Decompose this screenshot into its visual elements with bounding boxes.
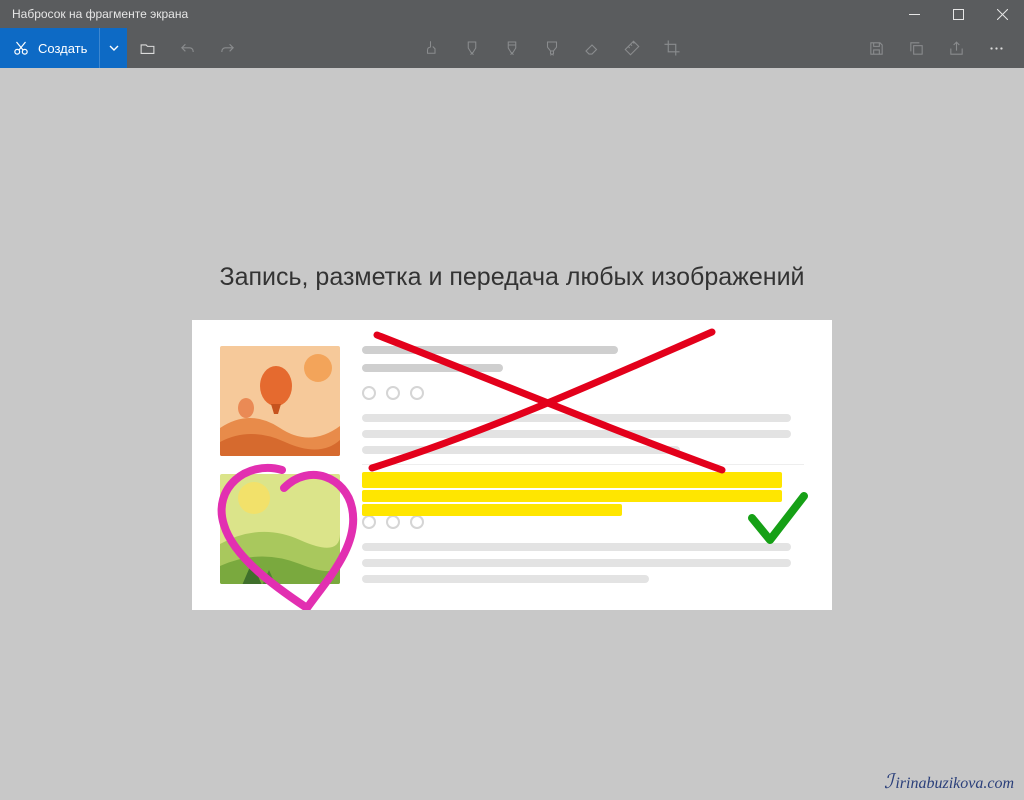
share-button[interactable] (936, 28, 976, 68)
copy-button[interactable] (896, 28, 936, 68)
empty-state-illustration (192, 320, 832, 610)
new-snip-button[interactable]: Создать (0, 28, 99, 68)
highlight-stroke (362, 490, 782, 502)
illustration-text-lines (362, 346, 804, 584)
crop-button[interactable] (652, 28, 692, 68)
app-window: Набросок на фрагменте экрана Создать (0, 0, 1024, 800)
more-button[interactable] (976, 28, 1016, 68)
highlighter-button[interactable] (532, 28, 572, 68)
ruler-icon (623, 39, 641, 57)
canvas-area: Запись, разметка и передача любых изобра… (0, 68, 1024, 800)
ballpoint-pen-button[interactable] (452, 28, 492, 68)
highlighter-icon (543, 39, 561, 57)
pencil-icon (503, 39, 521, 57)
ruler-button[interactable] (612, 28, 652, 68)
redo-icon (219, 40, 236, 57)
minimize-button[interactable] (892, 0, 936, 28)
new-snip-dropdown[interactable] (99, 28, 127, 68)
touch-writing-button[interactable] (412, 28, 452, 68)
folder-open-icon (139, 40, 156, 57)
chevron-down-icon (109, 43, 119, 53)
redo-button[interactable] (207, 28, 247, 68)
save-icon (868, 40, 885, 57)
watermark: ℐirinabuzikova.com (884, 769, 1014, 794)
copy-icon (908, 40, 925, 57)
touch-writing-icon (423, 39, 441, 57)
empty-state-headline: Запись, разметка и передача любых изобра… (220, 263, 805, 292)
toolbar: Создать (0, 28, 1024, 68)
more-icon (988, 40, 1005, 57)
crop-icon (663, 39, 681, 57)
new-snip-label: Создать (38, 41, 87, 56)
save-button[interactable] (856, 28, 896, 68)
pencil-button[interactable] (492, 28, 532, 68)
minimize-icon (909, 9, 920, 20)
highlight-stroke (362, 472, 782, 488)
ballpoint-pen-icon (463, 39, 481, 57)
eraser-icon (583, 39, 601, 57)
illustration-thumb-2 (220, 474, 340, 584)
close-icon (997, 9, 1008, 20)
maximize-icon (953, 9, 964, 20)
maximize-button[interactable] (936, 0, 980, 28)
undo-icon (179, 40, 196, 57)
highlight-stroke (362, 504, 622, 516)
close-button[interactable] (980, 0, 1024, 28)
undo-button[interactable] (167, 28, 207, 68)
share-icon (948, 40, 965, 57)
eraser-button[interactable] (572, 28, 612, 68)
open-file-button[interactable] (127, 28, 167, 68)
title-bar: Набросок на фрагменте экрана (0, 0, 1024, 28)
window-title: Набросок на фрагменте экрана (12, 7, 892, 21)
illustration-thumb-1 (220, 346, 340, 456)
new-snip-split-button: Создать (0, 28, 127, 68)
new-snip-icon (12, 39, 30, 57)
